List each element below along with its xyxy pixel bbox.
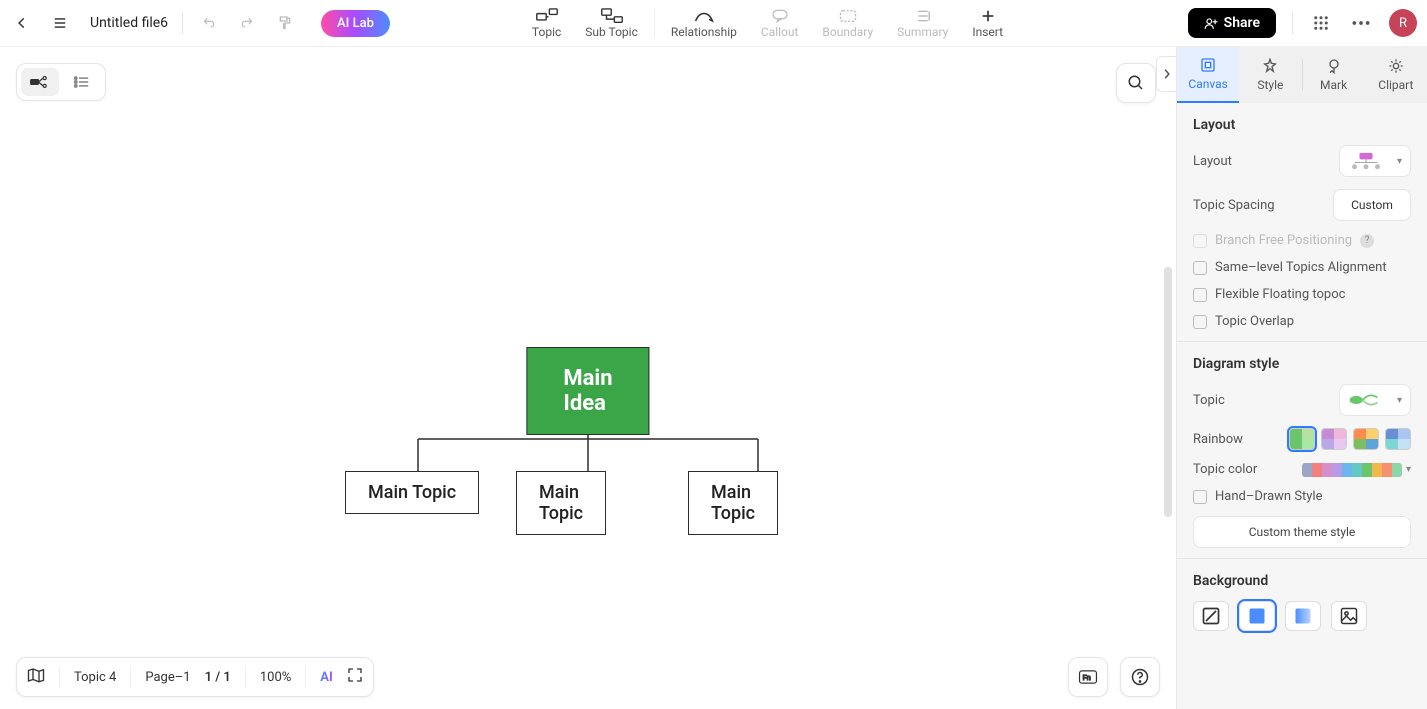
layout-label: Layout <box>1193 154 1232 169</box>
rainbow-options <box>1289 428 1411 450</box>
tab-mark[interactable]: Mark <box>1303 47 1365 103</box>
rainbow-option[interactable] <box>1289 428 1315 450</box>
root-topic[interactable]: Main Idea <box>526 347 649 435</box>
mindmap-view-button[interactable] <box>21 68 59 96</box>
section-title-background: Background <box>1193 573 1411 589</box>
page-number: 1 / 1 <box>205 670 231 685</box>
fullscreen-icon[interactable] <box>347 667 363 687</box>
info-icon[interactable]: ? <box>1360 234 1374 248</box>
bottom-right-controls: Fn <box>1068 657 1160 697</box>
topic-style-label: Topic <box>1193 393 1225 408</box>
chevron-down-icon: ▾ <box>1397 395 1402 406</box>
page-label[interactable]: Page–1 <box>145 670 190 685</box>
child-topic[interactable]: Main Topic <box>345 471 479 514</box>
separator <box>1292 12 1293 34</box>
panel-body: Layout Layout ▾ Topic Spacing Custom Bra… <box>1177 103 1427 709</box>
fn-button[interactable]: Fn <box>1068 657 1108 697</box>
layout-select[interactable]: ▾ <box>1339 145 1411 177</box>
checkbox-hand-drawn[interactable]: Hand–Drawn Style <box>1193 489 1411 504</box>
spacing-label: Topic Spacing <box>1193 198 1275 213</box>
background-options <box>1193 601 1411 631</box>
separator <box>1177 558 1427 559</box>
tab-clipart[interactable]: Clipart <box>1365 47 1427 103</box>
rainbow-option[interactable] <box>1321 428 1347 450</box>
panel-collapse-button[interactable] <box>1156 56 1176 92</box>
avatar[interactable]: R <box>1389 9 1417 37</box>
bg-image[interactable] <box>1331 601 1367 631</box>
right-panel: Canvas Style Mark Clipart Layout Layout … <box>1176 47 1427 709</box>
bg-gradient[interactable] <box>1285 601 1321 631</box>
toolbar-relationship[interactable]: Relationship <box>659 2 749 44</box>
topic-style-select[interactable]: ▾ <box>1339 384 1411 416</box>
redo-button[interactable] <box>235 11 259 35</box>
tab-canvas[interactable]: Canvas <box>1177 47 1239 103</box>
toolbar-center: Topic Sub Topic Relationship Callout Bou… <box>520 2 1015 44</box>
separator <box>182 12 183 34</box>
child-topic[interactable]: Main Topic <box>688 471 778 535</box>
rainbow-option[interactable] <box>1353 428 1379 450</box>
separator <box>245 666 246 688</box>
toolbar-summary: Summary <box>885 2 960 44</box>
chevron-down-icon[interactable]: ▾ <box>1406 464 1411 475</box>
separator <box>305 666 306 688</box>
topic-color-label: Topic color <box>1193 462 1257 477</box>
rainbow-option[interactable] <box>1385 428 1411 450</box>
checkbox-branch-free: Branch Free Positioning ? <box>1193 233 1411 248</box>
back-button[interactable] <box>10 11 34 35</box>
section-title-diagram: Diagram style <box>1193 356 1411 372</box>
rainbow-label: Rainbow <box>1193 432 1243 447</box>
section-title-layout: Layout <box>1193 117 1411 133</box>
canvas-workspace[interactable]: Main Idea Main Topic Main Topic Main Top… <box>0 47 1176 709</box>
chevron-down-icon: ▾ <box>1397 156 1402 167</box>
checkbox-same-level[interactable]: Same–level Topics Alignment <box>1193 260 1411 275</box>
toolbar-insert[interactable]: Insert <box>960 2 1015 44</box>
checkbox-topic-overlap[interactable]: Topic Overlap <box>1193 314 1411 329</box>
map-icon[interactable] <box>27 667 45 687</box>
toolbar-topic[interactable]: Topic <box>520 2 573 44</box>
checkbox-flexible-floating[interactable]: Flexible Floating topoc <box>1193 287 1411 302</box>
toolbar-callout: Callout <box>749 2 811 44</box>
share-button[interactable]: Share <box>1188 8 1276 38</box>
topic-count: Topic 4 <box>74 670 116 685</box>
svg-text:Fn: Fn <box>1083 675 1091 682</box>
ai-button[interactable]: AI <box>320 670 333 685</box>
top-toolbar: Untitled file6 AI Lab Topic Sub Topic Re… <box>0 0 1427 47</box>
bg-none[interactable] <box>1193 601 1229 631</box>
separator <box>654 8 655 36</box>
topic-color-strip[interactable] <box>1302 463 1402 477</box>
separator <box>130 666 131 688</box>
panel-tabs: Canvas Style Mark Clipart <box>1177 47 1427 103</box>
view-toggle <box>16 63 106 101</box>
ai-lab-button[interactable]: AI Lab <box>321 10 390 37</box>
tab-style[interactable]: Style <box>1239 47 1301 103</box>
apps-grid-icon[interactable] <box>1309 11 1333 35</box>
file-title[interactable]: Untitled file6 <box>90 15 168 31</box>
separator <box>1177 341 1427 342</box>
vertical-scrollbar[interactable] <box>1164 267 1172 517</box>
zoom-level[interactable]: 100% <box>260 670 291 685</box>
bg-solid[interactable] <box>1239 601 1275 631</box>
help-button[interactable] <box>1120 657 1160 697</box>
custom-theme-button[interactable]: Custom theme style <box>1193 516 1411 548</box>
format-painter-button[interactable] <box>273 11 297 35</box>
outline-view-button[interactable] <box>63 68 101 96</box>
more-icon[interactable] <box>1349 11 1373 35</box>
child-topic[interactable]: Main Topic <box>516 471 606 535</box>
undo-button[interactable] <box>197 11 221 35</box>
menu-button[interactable] <box>48 11 72 35</box>
spacing-select[interactable]: Custom <box>1333 189 1411 221</box>
separator <box>59 666 60 688</box>
toolbar-boundary: Boundary <box>810 2 885 44</box>
bottom-bar: Topic 4 Page–1 1 / 1 100% AI <box>16 657 374 697</box>
toolbar-subtopic[interactable]: Sub Topic <box>573 2 650 44</box>
search-button[interactable] <box>1116 63 1156 103</box>
